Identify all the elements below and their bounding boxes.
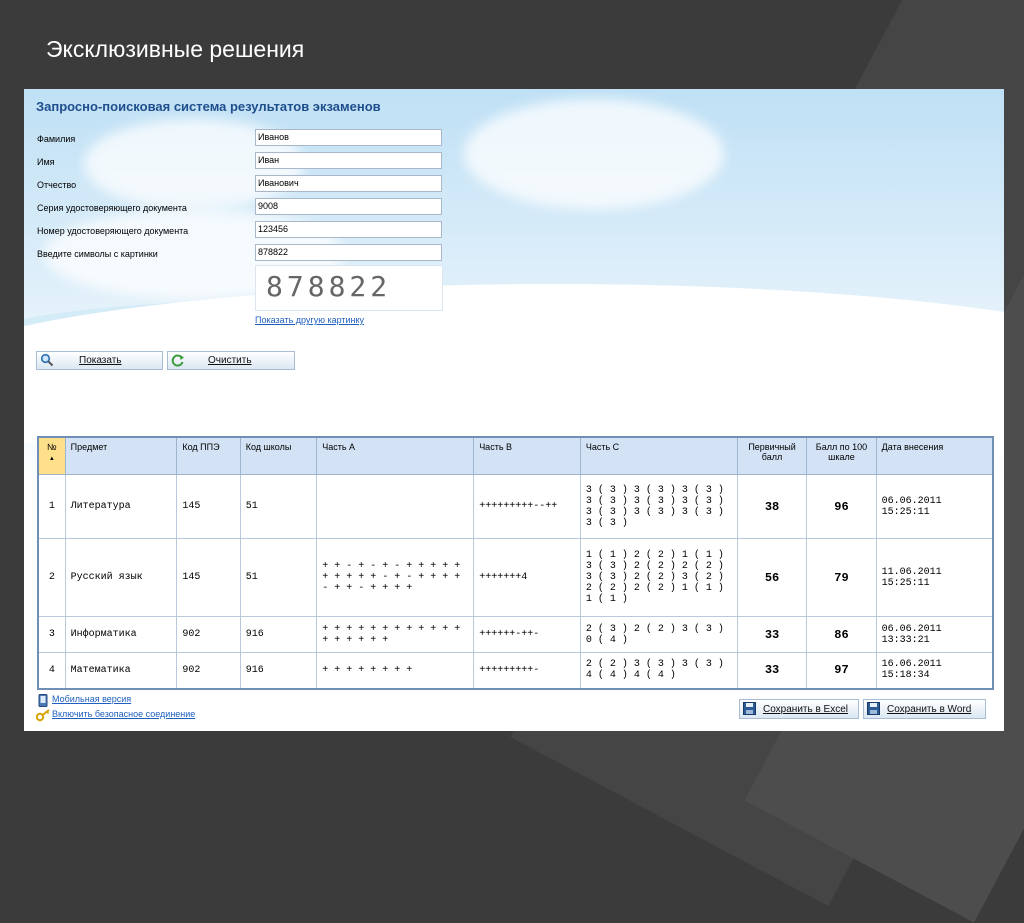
cell-school: 51 <box>239 474 318 539</box>
column-header-subject[interactable]: Предмет <box>64 436 178 475</box>
results-table: № ▲ Предмет Код ППЭ Код школы Часть А Час… <box>37 436 994 690</box>
column-header-primary[interactable]: Первичный балл <box>736 436 808 475</box>
table-row[interactable]: 3 Информатика 902 916 + + + + + + + + + … <box>37 616 994 653</box>
column-header-part-b[interactable]: Часть В <box>473 436 581 475</box>
cell-ppe: 145 <box>176 474 241 539</box>
cell-part-c: 2 ( 2 ) 3 ( 3 ) 3 ( 3 ) 4 ( 4 ) 4 ( 4 ) <box>579 652 738 689</box>
floppy-disk-icon <box>743 702 756 715</box>
table-header-row: № ▲ Предмет Код ППЭ Код школы Часть А Час… <box>37 436 994 475</box>
captcha-label: Введите символы с картинки <box>37 249 158 259</box>
doc-number-label: Номер удостоверяющего документа <box>37 226 189 236</box>
show-other-image-link[interactable]: Показать другую картинку <box>255 315 364 325</box>
cell-subject: Литература <box>64 474 178 539</box>
cell-school: 916 <box>239 652 318 689</box>
cell-part-b: ++++++-++- <box>473 616 581 653</box>
cell-date: 06.06.2011 15:25:11 <box>875 474 994 539</box>
column-header-part-c[interactable]: Часть С <box>579 436 738 475</box>
captcha-image-text: 878822 <box>266 270 392 303</box>
cell-part-a: + + - + - + - + + + + + + + + + + - + - … <box>316 538 475 617</box>
cell-school: 51 <box>239 538 318 617</box>
cell-date: 11.06.2011 15:25:11 <box>875 538 994 617</box>
surname-label: Фамилия <box>37 134 76 144</box>
cell-school: 916 <box>239 616 318 653</box>
key-icon <box>36 709 50 722</box>
phone-icon <box>38 694 48 707</box>
show-button-label: Показать <box>79 355 122 366</box>
refresh-icon <box>171 354 184 367</box>
save-word-button[interactable]: Сохранить в Word <box>863 699 986 719</box>
mobile-version-item: Мобильная версия <box>36 694 195 709</box>
column-header-num[interactable]: № ▲ <box>37 436 66 475</box>
cell-date: 16.06.2011 15:18:34 <box>875 652 994 689</box>
cell-subject: Математика <box>64 652 178 689</box>
cell-part-a <box>316 474 475 539</box>
cell-score100: 79 <box>806 538 877 617</box>
cloud-decoration <box>464 99 724 209</box>
secure-connection-link[interactable]: Включить безопасное соединение <box>52 709 195 719</box>
cell-part-c: 3 ( 3 ) 3 ( 3 ) 3 ( 3 ) 3 ( 3 ) 3 ( 3 ) … <box>579 474 738 539</box>
table-row[interactable]: 4 Математика 902 916 + + + + + + + + +++… <box>37 652 994 689</box>
cell-num: 3 <box>37 616 66 653</box>
cell-part-b: +++++++4 <box>473 538 581 617</box>
captcha-input[interactable]: 878822 <box>255 244 442 261</box>
slide-title: Эксклюзивные решения <box>46 36 305 62</box>
column-header-school[interactable]: Код школы <box>239 436 318 475</box>
cell-part-b: +++++++++- <box>473 652 581 689</box>
mobile-version-link[interactable]: Мобильная версия <box>52 694 131 704</box>
doc-number-input[interactable]: 123456 <box>255 221 442 238</box>
surname-input[interactable]: Иванов <box>255 129 442 146</box>
cell-ppe: 902 <box>176 616 241 653</box>
cell-part-a: + + + + + + + + <box>316 652 475 689</box>
cell-primary: 33 <box>736 616 808 653</box>
app-panel: Запросно-поисковая система результатов э… <box>24 89 1004 731</box>
app-title: Запросно-поисковая система результатов э… <box>36 99 381 114</box>
patronymic-input[interactable]: Иванович <box>255 175 442 192</box>
clear-button-label: Очистить <box>208 355 252 366</box>
doc-series-label: Серия удостоверяющего документа <box>37 203 187 213</box>
search-icon <box>40 353 54 367</box>
cell-part-c: 1 ( 1 ) 2 ( 2 ) 1 ( 1 ) 3 ( 3 ) 2 ( 2 ) … <box>579 538 738 617</box>
save-excel-label: Сохранить в Excel <box>763 704 849 715</box>
sort-asc-icon: ▲ <box>48 456 55 462</box>
cell-date: 06.06.2011 13:33:21 <box>875 616 994 653</box>
cell-part-b: +++++++++--++ <box>473 474 581 539</box>
cell-num: 1 <box>37 474 66 539</box>
doc-series-input[interactable]: 9008 <box>255 198 442 215</box>
name-label: Имя <box>37 157 55 167</box>
cell-primary: 33 <box>736 652 808 689</box>
cell-part-c: 2 ( 3 ) 2 ( 2 ) 3 ( 3 ) 0 ( 4 ) <box>579 616 738 653</box>
column-header-part-a[interactable]: Часть А <box>316 436 475 475</box>
cell-primary: 56 <box>736 538 808 617</box>
cell-num: 4 <box>37 652 66 689</box>
cell-ppe: 902 <box>176 652 241 689</box>
column-header-date[interactable]: Дата внесения <box>875 436 994 475</box>
cell-primary: 38 <box>736 474 808 539</box>
column-header-score100[interactable]: Балл по 100 шкале <box>806 436 877 475</box>
cell-score100: 97 <box>806 652 877 689</box>
cell-part-a: + + + + + + + + + + + + + + + + + + <box>316 616 475 653</box>
clear-button[interactable]: Очистить <box>167 351 295 370</box>
save-excel-button[interactable]: Сохранить в Excel <box>739 699 859 719</box>
cell-subject: Информатика <box>64 616 178 653</box>
save-word-label: Сохранить в Word <box>887 704 972 715</box>
cell-num: 2 <box>37 538 66 617</box>
table-row[interactable]: 1 Литература 145 51 +++++++++--++ 3 ( 3 … <box>37 474 994 539</box>
captcha-image: 878822 <box>255 265 443 311</box>
show-button[interactable]: Показать <box>36 351 163 370</box>
cell-score100: 96 <box>806 474 877 539</box>
cell-subject: Русский язык <box>64 538 178 617</box>
table-row[interactable]: 2 Русский язык 145 51 + + - + - + - + + … <box>37 538 994 617</box>
bottom-links: Мобильная версия Включить безопасное сое… <box>36 694 195 724</box>
column-header-ppe[interactable]: Код ППЭ <box>176 436 241 475</box>
name-input[interactable]: Иван <box>255 152 442 169</box>
secure-connection-item: Включить безопасное соединение <box>36 709 195 724</box>
patronymic-label: Отчество <box>37 180 77 190</box>
cell-ppe: 145 <box>176 538 241 617</box>
floppy-disk-icon <box>867 702 880 715</box>
cell-score100: 86 <box>806 616 877 653</box>
